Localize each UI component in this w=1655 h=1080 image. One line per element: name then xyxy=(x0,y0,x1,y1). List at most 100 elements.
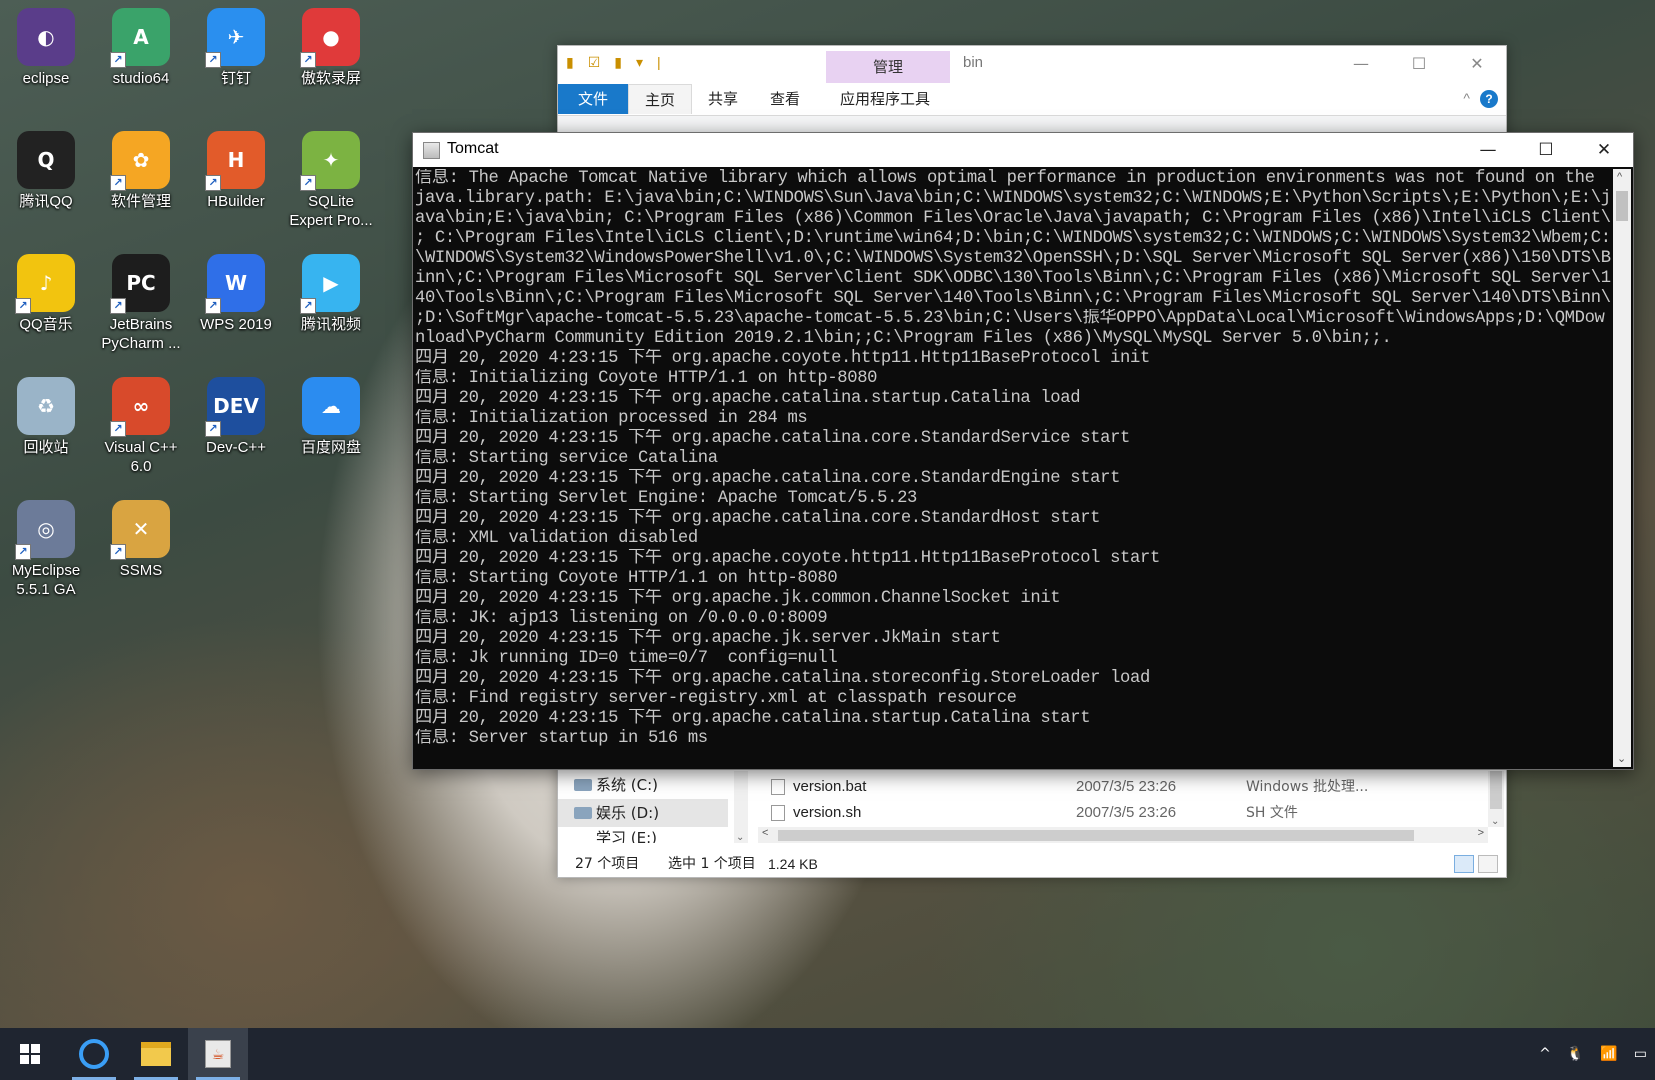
desktop-icon[interactable]: ◐ eclipse xyxy=(0,2,92,120)
desktop-icon[interactable]: ☁ 百度网盘 xyxy=(285,371,377,489)
shortcut-arrow-icon: ↗ xyxy=(110,175,126,191)
nav-item-label: 学习 (E:) xyxy=(596,829,658,843)
console-output[interactable]: 信息: The Apache Tomcat Native library whi… xyxy=(415,169,1613,765)
divider: | xyxy=(657,54,661,70)
console-line: 信息: Initialization processed in 284 ms xyxy=(415,409,808,428)
tomcat-console-window[interactable]: Tomcat — ☐ ✕ 信息: The Apache Tomcat Nativ… xyxy=(412,132,1634,770)
start-button[interactable] xyxy=(0,1028,60,1080)
minimize-button[interactable]: — xyxy=(1459,133,1517,167)
desktop-icon[interactable]: ◎ ↗ MyEclipse 5.5.1 GA xyxy=(0,494,92,612)
scroll-down-icon[interactable]: ⌄ xyxy=(1491,816,1499,827)
nav-item-label: 系统 (C:) xyxy=(596,776,658,794)
icon-glyph: ◐ xyxy=(37,25,55,49)
maximize-button[interactable]: ☐ xyxy=(1390,46,1448,80)
dingtalk-icon: ✈ ↗ xyxy=(205,8,265,68)
large-icons-view-icon[interactable] xyxy=(1478,855,1498,873)
icon-glyph: ✦ xyxy=(322,148,340,172)
folder-icon[interactable]: ▮ xyxy=(566,54,574,71)
tab-home[interactable]: 主页 xyxy=(628,84,693,114)
battery-icon[interactable]: ▭ xyxy=(1634,1046,1647,1062)
desktop-icon[interactable]: H ↗ HBuilder xyxy=(190,125,282,243)
desktop-icon-label: JetBrains PyCharm ... xyxy=(101,316,181,352)
desktop-icon[interactable]: ∞ ↗ Visual C++ 6.0 xyxy=(95,371,187,489)
desktop-icon-label: 钉钉 xyxy=(220,70,251,87)
console-app-icon[interactable] xyxy=(423,142,440,159)
scroll-thumb[interactable] xyxy=(778,830,1414,841)
new-folder-icon[interactable]: ▮ xyxy=(614,54,622,71)
show-hidden-icons-icon[interactable]: ^ xyxy=(1539,1046,1551,1062)
tab-application-tools[interactable]: 应用程序工具 xyxy=(824,84,946,114)
customize-dropdown-icon[interactable]: ▾ xyxy=(636,54,643,71)
shortcut-arrow-icon: ↗ xyxy=(205,298,221,314)
desktop-icon[interactable]: ✿ ↗ 软件管理 xyxy=(95,125,187,243)
java-console-icon: ☕ xyxy=(205,1040,231,1068)
desktop-icon[interactable]: ✕ ↗ SSMS xyxy=(95,494,187,612)
minimize-button[interactable]: — xyxy=(1332,46,1390,80)
item-count: 27 个项目 xyxy=(575,856,640,872)
scroll-thumb[interactable] xyxy=(1616,191,1628,221)
file-row[interactable]: version.bat 2007/3/5 23:26 Windows 批处理..… xyxy=(758,774,1473,800)
close-button[interactable]: ✕ xyxy=(1448,46,1506,80)
desktop-icon[interactable]: PC ↗ JetBrains PyCharm ... xyxy=(95,248,187,366)
desktop-icon[interactable]: Q 腾讯QQ xyxy=(0,125,92,243)
desktop-icon-label: MyEclipse 5.5.1 GA xyxy=(11,562,81,598)
scroll-down-icon[interactable]: ⌄ xyxy=(736,832,744,843)
desktop-icon[interactable]: ♪ ↗ QQ音乐 xyxy=(0,248,92,366)
manage-context-tab[interactable]: 管理 xyxy=(826,51,950,83)
desktop-icon-label: HBuilder xyxy=(207,193,265,210)
file-list: version.bat 2007/3/5 23:26 Windows 批处理..… xyxy=(758,771,1473,827)
collapse-ribbon-icon[interactable]: ^ xyxy=(1463,90,1470,106)
details-view-icon[interactable] xyxy=(1454,855,1474,873)
desktop-icon[interactable]: DEV ↗ Dev-C++ xyxy=(190,371,282,489)
icon-glyph: ✕ xyxy=(132,517,150,541)
desktop-icon-label: QQ音乐 xyxy=(19,316,73,333)
nav-item-drive-c[interactable]: 系统 (C:) xyxy=(558,771,728,799)
desktop-icon-label: Dev-C++ xyxy=(205,439,267,456)
desktop-icon[interactable]: ✈ ↗ 钉钉 xyxy=(190,2,282,120)
tab-view[interactable]: 查看 xyxy=(754,84,816,114)
desktop-icon[interactable]: W ↗ WPS 2019 xyxy=(190,248,282,366)
taskbar-app-file-explorer[interactable] xyxy=(126,1028,186,1080)
nav-item-drive-e[interactable]: 学习 (E:) xyxy=(558,827,728,843)
file-list-hscrollbar[interactable]: < > xyxy=(758,827,1488,843)
console-titlebar[interactable]: Tomcat — ☐ ✕ xyxy=(413,133,1633,167)
console-line: \WINDOWS\System32\WindowsPowerShell\v1.0… xyxy=(415,249,1611,268)
scroll-thumb[interactable] xyxy=(1490,771,1502,809)
console-scrollbar[interactable]: ^ ⌄ xyxy=(1613,169,1631,767)
tab-file[interactable]: 文件 xyxy=(558,84,628,114)
desktop-icon[interactable]: ▶ ↗ 腾讯视频 xyxy=(285,248,377,366)
scroll-down-icon[interactable]: ⌄ xyxy=(1617,752,1626,765)
scroll-up-icon[interactable]: ^ xyxy=(1617,171,1622,183)
maximize-button[interactable]: ☐ xyxy=(1517,133,1575,167)
wifi-icon[interactable]: 📶 xyxy=(1600,1046,1617,1062)
qq-tray-icon[interactable]: 🐧 xyxy=(1567,1046,1584,1062)
desktop-icon[interactable]: ● ↗ 傲软录屏 xyxy=(285,2,377,120)
icon-glyph: DEV xyxy=(213,394,259,418)
console-line: 信息: The Apache Tomcat Native library whi… xyxy=(415,169,1595,188)
help-icon[interactable]: ? xyxy=(1480,90,1498,108)
hbuilder-icon: H ↗ xyxy=(205,131,265,191)
nav-scrollbar[interactable]: ⌄ xyxy=(734,771,748,843)
shortcut-arrow-icon: ↗ xyxy=(110,52,126,68)
console-line: 四月 20, 2020 4:23:15 下午 org.apache.catali… xyxy=(415,469,1121,488)
desktop-icon[interactable]: ✦ ↗ SQLite Expert Pro... xyxy=(285,125,377,243)
close-button[interactable]: ✕ xyxy=(1575,133,1633,167)
nav-item-drive-d[interactable]: 娱乐 (D:) xyxy=(558,799,728,827)
icon-glyph: W xyxy=(224,271,248,295)
file-list-vscrollbar[interactable]: ⌄ xyxy=(1488,771,1504,827)
desktop-icon[interactable]: A ↗ studio64 xyxy=(95,2,187,120)
file-row[interactable]: version.sh 2007/3/5 23:26 SH 文件 xyxy=(758,800,1473,826)
icon-glyph: H xyxy=(227,148,245,172)
taskbar-app-java-console[interactable]: ☕ xyxy=(188,1028,248,1080)
scroll-left-icon[interactable]: < xyxy=(762,827,768,839)
explorer-titlebar[interactable]: ▮ ☑ ▮ ▾ | 管理 bin — ☐ ✕ xyxy=(558,46,1506,83)
icon-glyph: A xyxy=(133,25,149,49)
properties-icon[interactable]: ☑ xyxy=(588,54,601,71)
system-tray: ^ 🐧 📶 ▭ xyxy=(1539,1028,1655,1080)
taskbar-app-qq-browser[interactable] xyxy=(64,1028,124,1080)
desktop-icon[interactable]: ♻ 回收站 xyxy=(0,371,92,489)
scroll-right-icon[interactable]: > xyxy=(1478,827,1484,839)
console-line: inn\;C:\Program Files\Microsoft SQL Serv… xyxy=(415,269,1611,288)
tab-share[interactable]: 共享 xyxy=(692,84,754,114)
console-line: 四月 20, 2020 4:23:15 下午 org.apache.catali… xyxy=(415,709,1091,728)
